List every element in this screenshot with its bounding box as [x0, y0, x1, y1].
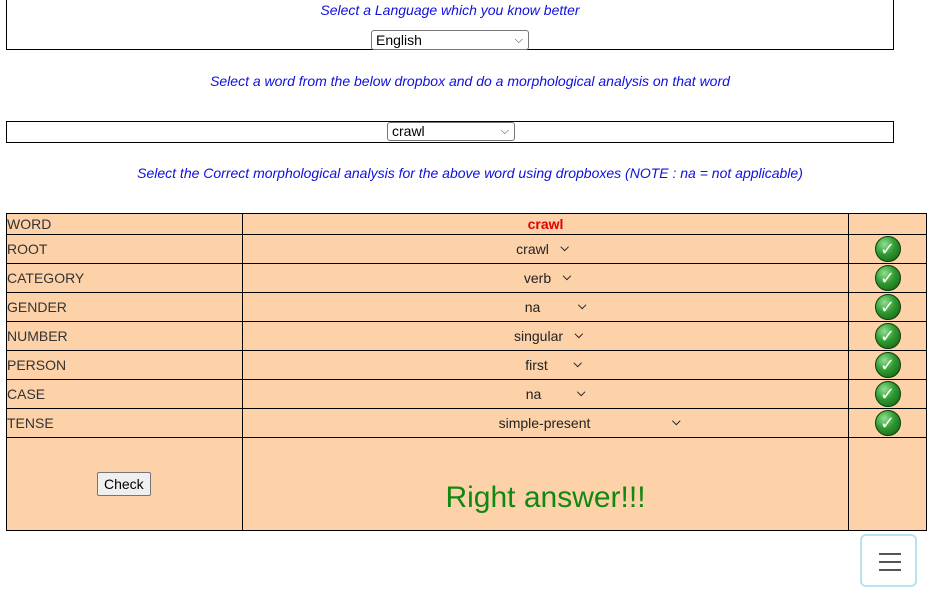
person-select-value: first [525, 357, 548, 373]
check-button[interactable]: Check [97, 472, 151, 496]
gender-select[interactable]: na ⌵ [525, 299, 587, 315]
table-row-root: ROOT crawl ⌵ ✓ [6, 234, 927, 264]
result-message: Right answer!!! [445, 481, 646, 514]
empty-cell [848, 213, 927, 235]
check-mark-icon: ✓ [874, 410, 901, 436]
check-mark-icon: ✓ [874, 381, 901, 407]
word-select-section: crawl ⌵ [6, 121, 894, 143]
table-row-tense: TENSE simple-present ⌵ ✓ [6, 408, 927, 438]
empty-cell [848, 437, 927, 531]
person-label: PERSON [6, 350, 243, 380]
check-mark-icon: ✓ [874, 236, 901, 262]
chevron-down-icon: ⌵ [577, 300, 587, 312]
word-select-hint: Select a word from the below dropbox and… [210, 73, 730, 89]
chevron-down-icon: ⌵ [672, 416, 681, 428]
chevron-down-icon: ⌵ [562, 271, 572, 283]
check-mark-icon: ✓ [874, 323, 901, 349]
root-select[interactable]: crawl ⌵ [516, 241, 569, 257]
word-value: crawl [527, 216, 564, 232]
tense-select-value: simple-present [498, 415, 591, 431]
language-select[interactable]: English ⌵ [371, 30, 529, 50]
chevron-down-icon: ⌵ [500, 125, 509, 137]
check-mark-icon: ✓ [874, 294, 901, 320]
language-select-value: English [376, 32, 422, 48]
number-label: NUMBER [6, 321, 243, 351]
action-row: Check Right answer!!! [6, 437, 927, 531]
number-select-value: singular [513, 328, 564, 344]
chevron-down-icon: ⌵ [573, 358, 582, 370]
word-select-value: crawl [392, 123, 425, 139]
gender-label: GENDER [6, 292, 243, 322]
chevron-down-icon: ⌵ [574, 329, 584, 341]
word-select[interactable]: crawl ⌵ [387, 122, 515, 141]
check-mark-icon: ✓ [874, 265, 901, 291]
analysis-table: WORD crawl ROOT crawl ⌵ ✓ CATEGORY verb ⌵ … [6, 213, 927, 531]
gender-select-value: na [524, 299, 541, 315]
table-row-number: NUMBER singular ⌵ ✓ [6, 321, 927, 351]
word-label: WORD [6, 213, 243, 235]
chevron-down-icon: ⌵ [560, 242, 569, 254]
category-select[interactable]: verb ⌵ [524, 270, 571, 286]
chevron-down-icon: ⌵ [576, 387, 586, 399]
root-label: ROOT [6, 234, 243, 264]
check-mark-icon: ✓ [874, 352, 901, 378]
word-row: WORD crawl [6, 213, 927, 235]
table-row-case: CASE na ⌵ ✓ [6, 379, 927, 409]
tense-select[interactable]: simple-present ⌵ [499, 415, 681, 431]
chevron-down-icon: ⌵ [514, 34, 523, 46]
root-select-value: crawl [516, 241, 549, 257]
language-hint: Select a Language which you know better [320, 2, 580, 18]
table-row-category: CATEGORY verb ⌵ ✓ [6, 263, 927, 293]
case-label: CASE [6, 379, 243, 409]
analysis-hint: Select the Correct morphological analysi… [137, 165, 803, 181]
language-section: Select a Language which you know better … [6, 0, 894, 50]
number-select[interactable]: singular ⌵ [514, 328, 583, 344]
person-select[interactable]: first ⌵ [525, 357, 582, 373]
case-select-value: na [525, 386, 542, 402]
hamburger-menu-icon[interactable] [860, 534, 917, 587]
table-row-person: PERSON first ⌵ ✓ [6, 350, 927, 380]
table-row-gender: GENDER na ⌵ ✓ [6, 292, 927, 322]
category-select-value: verb [523, 270, 552, 286]
tense-label: TENSE [6, 408, 243, 438]
category-label: CATEGORY [6, 263, 243, 293]
case-select[interactable]: na ⌵ [526, 386, 586, 402]
